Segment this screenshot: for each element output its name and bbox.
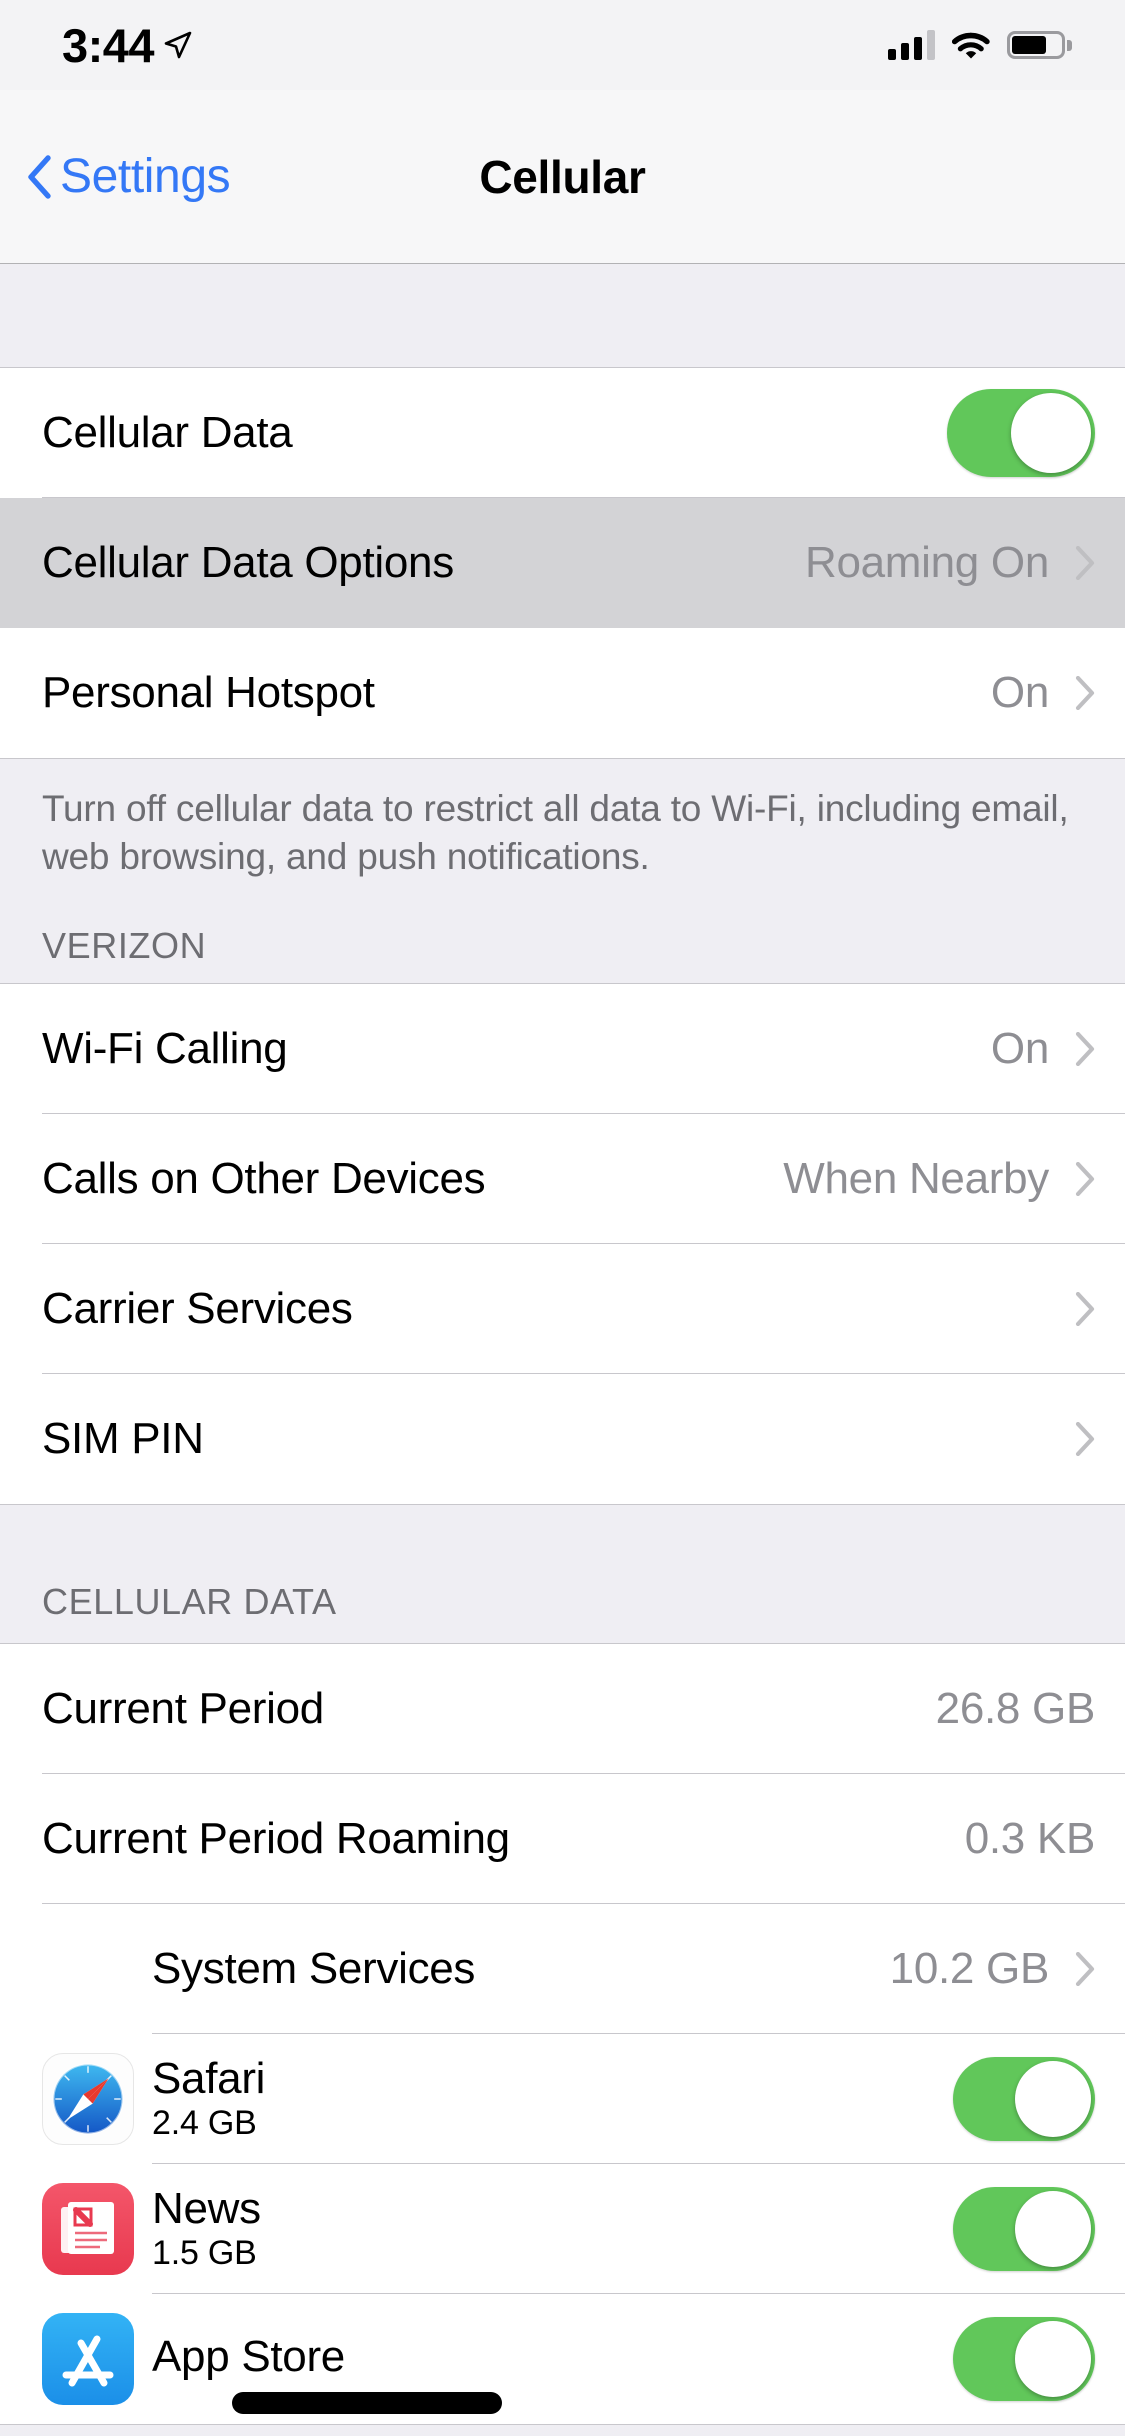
location-arrow-icon [164,31,192,59]
safari-icon [42,2053,134,2146]
status-bar: 3:44 [0,0,1125,90]
row-label: Personal Hotspot [42,668,375,717]
settings-list: Cellular Data Cellular Data Options Roam… [0,264,1125,2426]
back-button-label: Settings [60,150,231,203]
row-label: Carrier Services [42,1284,353,1334]
chevron-right-icon [1075,1292,1095,1327]
app-store-cellular-toggle[interactable] [953,2317,1095,2402]
app-row-app-store[interactable]: App Store [0,2294,1125,2425]
row-system-services[interactable]: System Services 10.2 GB [0,1904,1125,2035]
cellular-data-section-header: CELLULAR DATA [0,1505,1125,1644]
row-label: Calls on Other Devices [42,1154,486,1204]
app-text: News 1.5 GB [152,2186,953,2272]
row-label: Current Period [42,1684,324,1734]
navigation-bar: Settings Cellular [0,90,1125,264]
row-calls-on-other-devices[interactable]: Calls on Other Devices When Nearby [0,1114,1125,1245]
cellular-data-footer: Turn off cellular data to restrict all d… [0,759,1125,882]
toggle-knob [1011,393,1091,473]
chevron-right-icon [1075,1162,1095,1197]
row-value: On [990,668,1049,717]
cellular-data-toggle[interactable] [947,389,1095,477]
status-bar-clock: 3:44 [62,18,155,72]
toggle-knob [1015,2321,1091,2398]
chevron-left-icon [28,154,51,199]
row-value: On [990,1024,1049,1074]
row-label: SIM PIN [42,1414,204,1464]
carrier-group: Wi-Fi Calling On Calls on Other Devices … [0,983,1125,1506]
carrier-section-header: VERIZON [0,881,1125,984]
toggle-knob [1015,2061,1091,2138]
row-sim-pin[interactable]: SIM PIN [0,1374,1125,1505]
app-row-news[interactable]: News 1.5 GB [0,2164,1125,2295]
safari-cellular-toggle[interactable] [953,2057,1095,2142]
row-current-period-roaming: Current Period Roaming 0.3 KB [0,1774,1125,1905]
row-value: 10.2 GB [889,1944,1050,1994]
chevron-right-icon [1075,1422,1095,1457]
top-spacer [0,264,1125,367]
cellular-data-usage-group: Current Period 26.8 GB Current Period Ro… [0,1643,1125,2426]
row-wifi-calling[interactable]: Wi-Fi Calling On [0,984,1125,1115]
back-button[interactable]: Settings [26,149,231,204]
row-label: Cellular Data Options [42,538,454,587]
toggle-knob [1015,2191,1091,2268]
home-indicator [232,2392,502,2414]
app-name: App Store [152,2332,345,2382]
row-value: 26.8 GB [935,1684,1096,1734]
chevron-right-icon [1075,676,1095,710]
app-row-safari[interactable]: Safari 2.4 GB [0,2034,1125,2165]
app-text: App Store [152,2332,953,2384]
row-personal-hotspot[interactable]: Personal Hotspot On [0,628,1125,758]
wifi-icon [952,32,990,58]
status-bar-right [888,30,1072,60]
app-size: 1.5 GB [152,2234,257,2273]
iphone-screen: 3:44 Settings Cellular Cellular Data Cel… [0,0,1125,2436]
battery-icon [1007,31,1072,59]
row-label: Wi-Fi Calling [42,1024,288,1074]
chevron-right-icon [1075,1032,1095,1067]
row-value: When Nearby [783,1154,1049,1204]
chevron-right-icon [1075,546,1095,580]
cellular-data-group: Cellular Data Cellular Data Options Roam… [0,367,1125,759]
status-bar-left: 3:44 [62,22,193,69]
row-label: Cellular Data [42,408,293,457]
row-cellular-data-options[interactable]: Cellular Data Options Roaming On [0,498,1125,628]
row-current-period: Current Period 26.8 GB [0,1644,1125,1775]
app-name: Safari [152,2054,266,2104]
row-label: Current Period Roaming [42,1814,510,1864]
row-value: 0.3 KB [964,1814,1096,1864]
app-store-icon [42,2313,134,2406]
row-cellular-data[interactable]: Cellular Data [0,368,1125,498]
app-size: 2.4 GB [152,2104,257,2143]
row-value: Roaming On [804,538,1049,587]
app-name: News [152,2184,261,2234]
row-label: System Services [152,1944,476,1994]
cellular-signal-icon [888,30,935,60]
news-icon [42,2183,134,2276]
chevron-right-icon [1075,1952,1095,1987]
app-text: Safari 2.4 GB [152,2056,953,2142]
news-cellular-toggle[interactable] [953,2187,1095,2272]
row-carrier-services[interactable]: Carrier Services [0,1244,1125,1375]
